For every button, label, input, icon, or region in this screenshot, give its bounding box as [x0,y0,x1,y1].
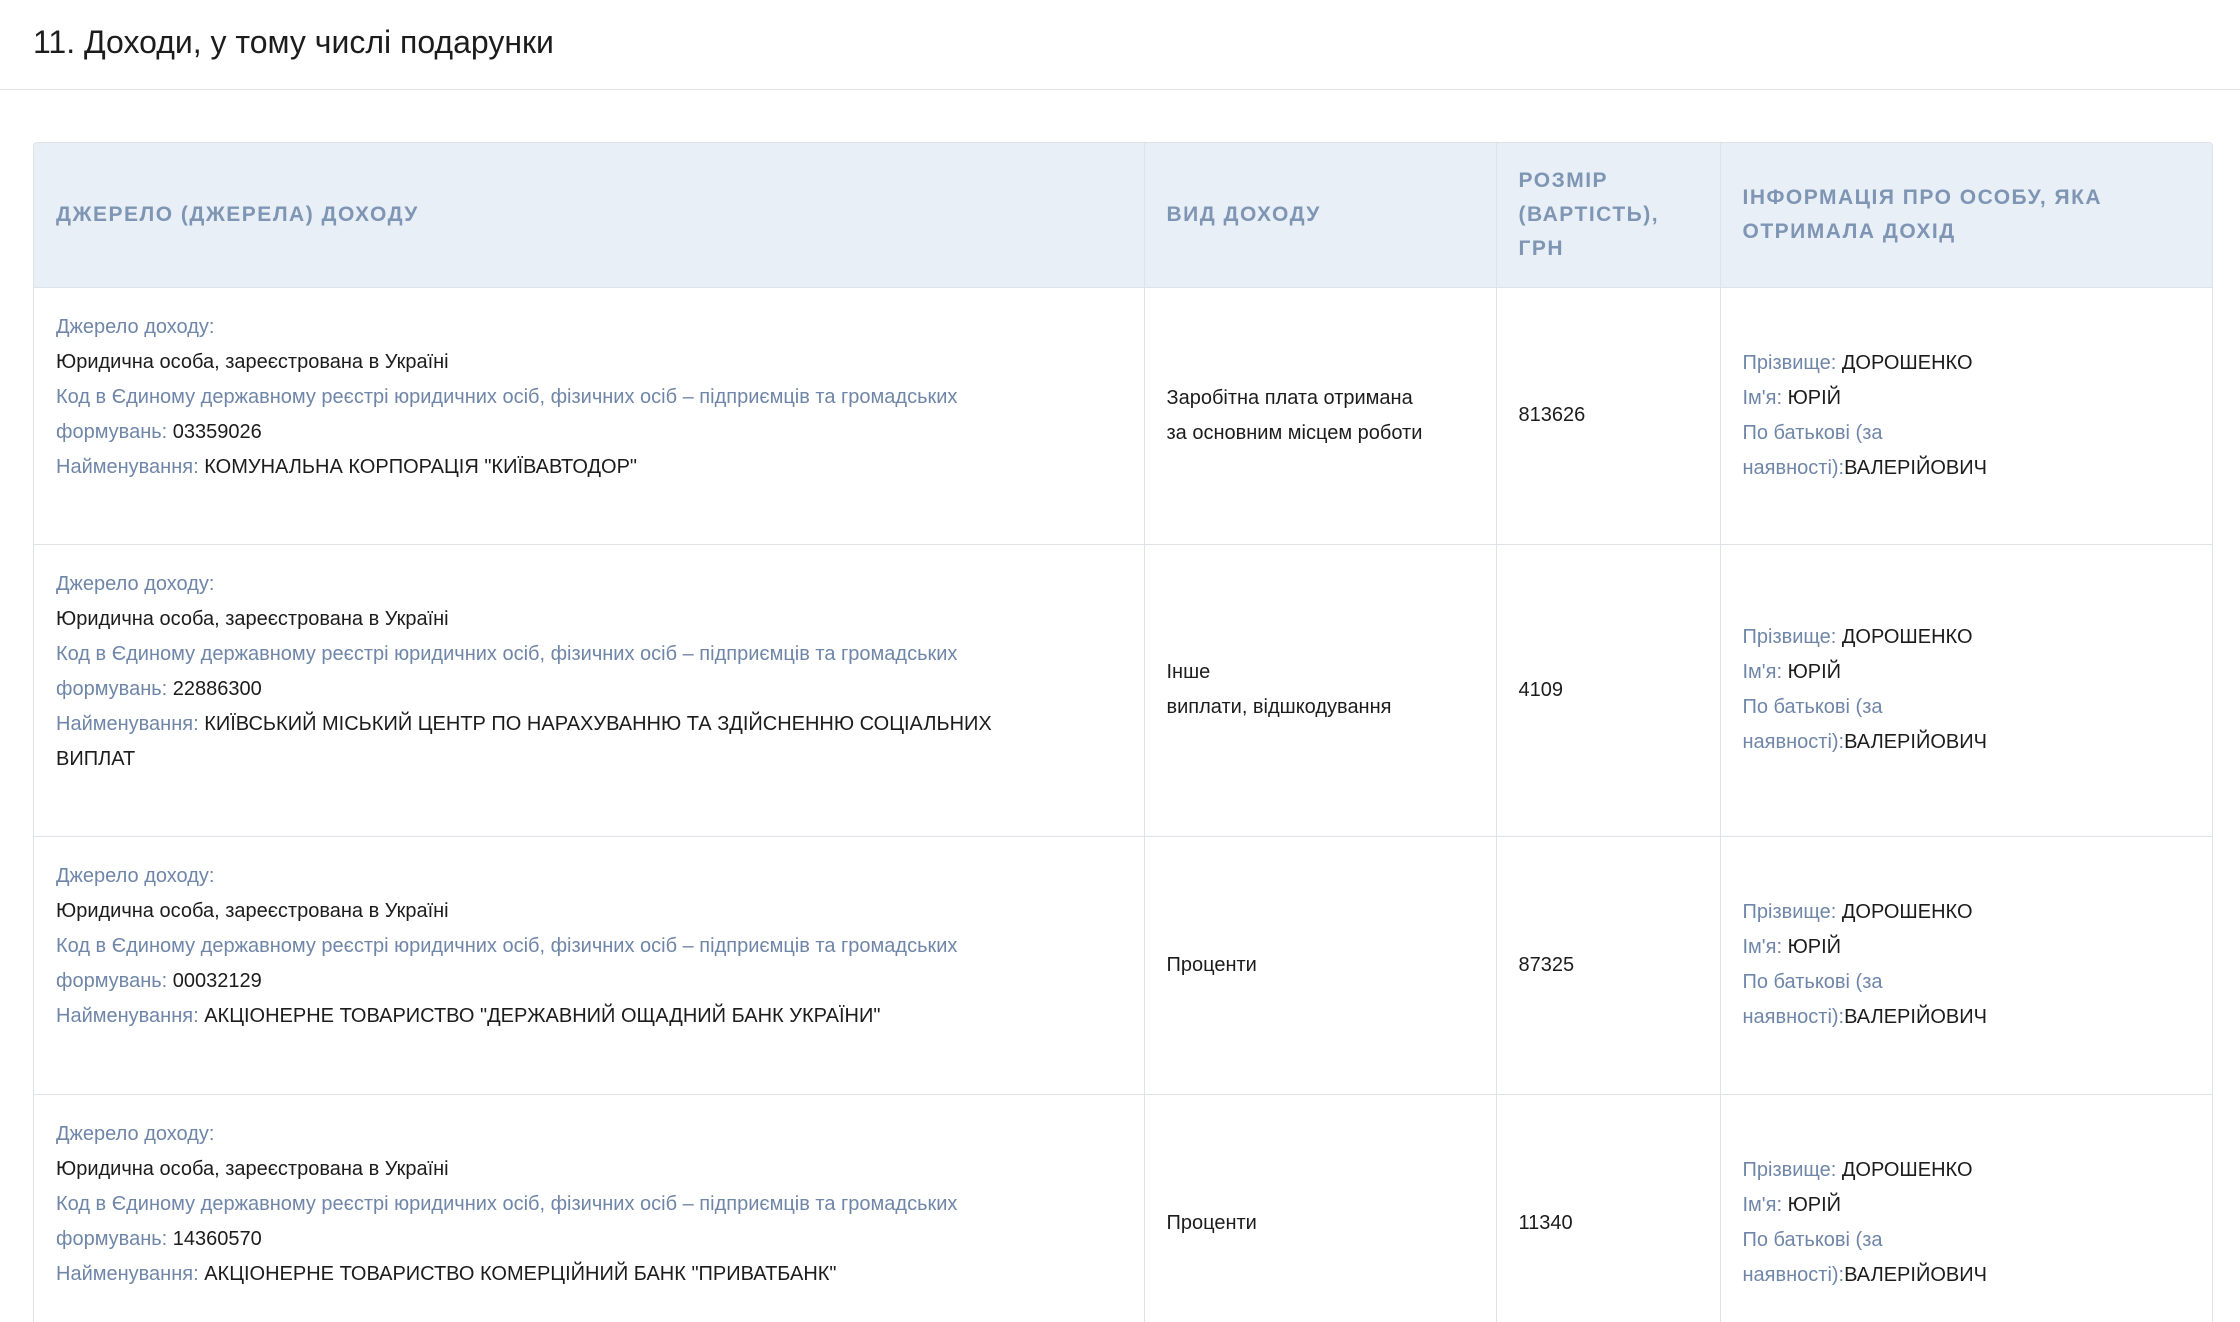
patronymic: ВАЛЕРІЙОВИЧ [1844,731,1987,753]
amount-cell: 4109 [1496,543,1721,836]
income-source-cell: Джерело доходу: Юридична особа, зареєстр… [34,1093,1145,1322]
name-label: Найменування: [56,1004,205,1027]
patronymic-label-cont: наявності): [1742,456,1845,479]
header-recipient-line: ОТРИМАЛА ДОХІД [1742,219,1956,243]
patronymic-label: По батькові (за [1742,696,1883,718]
income-source-cell: Джерело доходу: Юридична особа, зареєстр… [34,286,1145,544]
source-label: Джерело доходу: [56,864,215,887]
name-label: Найменування: [56,1262,205,1285]
firstname-label: Ім'я: [1742,936,1788,958]
source-label: Джерело доходу: [56,315,215,338]
income-type-cell: Проценти [1144,835,1497,1094]
income-type-detail: за основним місцем роботи [1166,421,1423,444]
organization-name: АКЦІОНЕРНЕ ТОВАРИСТВО КОМЕРЦІЙНИЙ БАНК "… [204,1262,837,1285]
firstname: ЮРІЙ [1787,386,1842,409]
surname: ДОРОШЕНКО [1841,901,1973,923]
surname-label: Прізвище: [1742,901,1842,923]
registry-code: 22886300 [172,677,262,700]
patronymic: ВАЛЕРІЙОВИЧ [1844,1264,1987,1287]
header-recipient-info: ІНФОРМАЦІЯ ПРО ОСОБУ, ЯКА ОТРИМАЛА ДОХІД [1720,143,2212,287]
organization-name: КОМУНАЛЬНА КОРПОРАЦІЯ "КИЇВАВТОДОР" [204,455,638,478]
code-label-cont: формувань: [56,1227,173,1250]
patronymic-label-cont: наявності): [1742,731,1845,753]
income-type: Проценти [1166,1211,1257,1234]
organization-name: АКЦІОНЕРНЕ ТОВАРИСТВО "ДЕРЖАВНИЙ ОЩАДНИЙ… [204,1004,881,1027]
section-header: 11. Доходи, у тому числі подарунки [0,0,2240,90]
source-type: Юридична особа, зареєстрована в Україні [56,899,449,922]
name-label: Найменування: [56,712,205,735]
header-income-source: ДЖЕРЕЛО (ДЖЕРЕЛА) ДОХОДУ [34,143,1145,287]
source-type: Юридична особа, зареєстрована в Україні [56,607,449,630]
patronymic-label-cont: наявності): [1742,1264,1845,1287]
income-source-cell: Джерело доходу: Юридична особа, зареєстр… [34,835,1145,1094]
recipient-cell: Прізвище: ДОРОШЕНКО Ім'я: ЮРІЙ По батько… [1720,543,2212,836]
income-type: Інше [1166,661,1211,683]
header-amount-line: ГРН [1518,236,1565,260]
table-row: Джерело доходу: Юридична особа, зареєстр… [34,543,2212,836]
header-recipient-line: ІНФОРМАЦІЯ ПРО ОСОБУ, ЯКА [1742,185,2103,209]
income-type: Проценти [1166,953,1257,976]
firstname-label: Ім'я: [1742,1194,1788,1217]
header-amount-line: РОЗМІР [1518,168,1609,192]
patronymic-label-cont: наявності): [1742,1006,1845,1028]
income-type-detail: виплати, відшкодування [1166,696,1392,718]
amount-cell: 87325 [1496,835,1721,1094]
organization-name: КИЇВСЬКИЙ МІСЬКИЙ ЦЕНТР ПО НАРАХУВАННЮ Т… [204,712,992,735]
table-row: Джерело доходу: Юридична особа, зареєстр… [34,835,2212,1094]
income-type-cell: Заробітна плата отримана за основним міс… [1144,286,1497,544]
income-source-cell: Джерело доходу: Юридична особа, зареєстр… [34,543,1145,836]
header-income-type: ВИД ДОХОДУ [1144,143,1497,287]
patronymic-label: По батькові (за [1742,1229,1883,1252]
patronymic: ВАЛЕРІЙОВИЧ [1844,1006,1987,1028]
source-type: Юридична особа, зареєстрована в Україні [56,1157,449,1180]
amount-cell: 11340 [1496,1093,1721,1322]
code-label: Код в Єдиному державному реєстрі юридичн… [56,934,958,957]
firstname: ЮРІЙ [1787,661,1842,683]
recipient-cell: Прізвище: ДОРОШЕНКО Ім'я: ЮРІЙ По батько… [1720,286,2212,544]
header-amount-line: (ВАРТІСТЬ), [1518,202,1660,226]
source-type: Юридична особа, зареєстрована в Україні [56,350,449,373]
surname: ДОРОШЕНКО [1841,626,1973,648]
patronymic-label: По батькові (за [1742,421,1883,444]
surname: ДОРОШЕНКО [1841,1159,1973,1182]
firstname: ЮРІЙ [1787,936,1842,958]
surname-label: Прізвище: [1742,1159,1842,1182]
registry-code: 00032129 [172,969,262,992]
surname-label: Прізвище: [1742,351,1842,374]
source-label: Джерело доходу: [56,572,215,595]
patronymic: ВАЛЕРІЙОВИЧ [1844,456,1987,479]
code-label: Код в Єдиному державному реєстрі юридичн… [56,642,958,665]
firstname-label: Ім'я: [1742,661,1788,683]
table-header-row: ДЖЕРЕЛО (ДЖЕРЕЛА) ДОХОДУ ВИД ДОХОДУ РОЗМ… [34,143,2212,287]
recipient-cell: Прізвище: ДОРОШЕНКО Ім'я: ЮРІЙ По батько… [1720,1093,2212,1322]
income-table: ДЖЕРЕЛО (ДЖЕРЕЛА) ДОХОДУ ВИД ДОХОДУ РОЗМ… [34,143,2212,1322]
name-label: Найменування: [56,455,205,478]
code-label-cont: формувань: [56,420,173,443]
income-type-cell: Проценти [1144,1093,1497,1322]
registry-code: 14360570 [172,1227,262,1250]
section-title: 11. Доходи, у тому числі подарунки [33,24,554,60]
source-label: Джерело доходу: [56,1122,215,1145]
table-row: Джерело доходу: Юридична особа, зареєстр… [34,286,2212,544]
income-type-cell: Інше виплати, відшкодування [1144,543,1497,836]
code-label-cont: формувань: [56,677,173,700]
organization-name-cont: ВИПЛАТ [56,747,136,770]
income-type: Заробітна плата отримана [1166,386,1413,409]
registry-code: 03359026 [172,420,262,443]
code-label: Код в Єдиному державному реєстрі юридичн… [56,1192,958,1215]
table-row: Джерело доходу: Юридична особа, зареєстр… [34,1093,2212,1322]
patronymic-label: По батькові (за [1742,971,1883,993]
header-amount: РОЗМІР (ВАРТІСТЬ), ГРН [1496,143,1721,287]
surname-label: Прізвище: [1742,626,1842,648]
surname: ДОРОШЕНКО [1841,351,1973,374]
amount-cell: 813626 [1496,286,1721,544]
firstname: ЮРІЙ [1787,1194,1842,1217]
firstname-label: Ім'я: [1742,386,1788,409]
code-label: Код в Єдиному державному реєстрі юридичн… [56,385,958,408]
code-label-cont: формувань: [56,969,173,992]
income-table-container: ДЖЕРЕЛО (ДЖЕРЕЛА) ДОХОДУ ВИД ДОХОДУ РОЗМ… [33,142,2213,1322]
recipient-cell: Прізвище: ДОРОШЕНКО Ім'я: ЮРІЙ По батько… [1720,835,2212,1094]
